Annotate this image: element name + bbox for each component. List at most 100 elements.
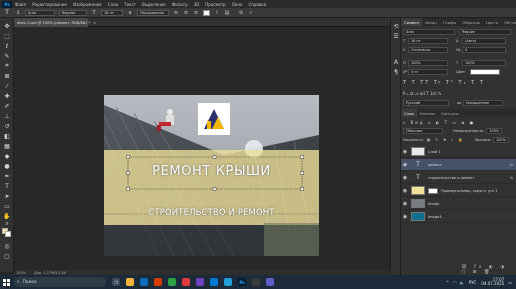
visibility-eye-icon[interactable]: ◉ — [401, 201, 409, 207]
frame-tool-icon[interactable]: ⊠ — [2, 72, 12, 80]
tray-chevron-icon[interactable]: ^ — [446, 280, 449, 285]
opacity-field[interactable]: 100% — [486, 128, 503, 134]
warp-text-icon[interactable]: ⌇ — [214, 10, 220, 16]
dodge-tool-icon[interactable]: ● — [2, 162, 12, 170]
move-tool-icon[interactable]: ✥ — [2, 22, 12, 30]
menu-select[interactable]: Выделение — [142, 2, 166, 7]
document-tab[interactable]: deck-1.psd @ 100% (ремонт, RGB/8#) * × — [14, 18, 96, 27]
taskbar-search-box[interactable]: ⌕ Поиск — [14, 277, 106, 287]
font-family-select[interactable]: Arial — [25, 9, 55, 16]
background-color-swatch[interactable] — [5, 231, 11, 237]
keyboard-language[interactable]: РУС — [469, 280, 477, 285]
menu-image[interactable]: Изображение — [73, 2, 102, 7]
screen-mode-icon[interactable]: ▢ — [2, 252, 12, 260]
menu-filter[interactable]: Фильтр — [172, 2, 188, 7]
tab-paragraph[interactable]: Абзац — [422, 18, 440, 26]
layer-row[interactable]: ◉ T строительство и ремонт fx — [401, 172, 516, 184]
visibility-eye-icon[interactable]: ◉ — [401, 149, 409, 155]
gradient-tool-icon[interactable]: ▦ — [2, 142, 12, 150]
char-antialias[interactable]: Насыщенное — [463, 100, 503, 106]
menu-layers[interactable]: Слои — [108, 2, 118, 7]
lasso-tool-icon[interactable]: ℓ — [2, 42, 12, 50]
char-hscale[interactable]: 100% — [462, 60, 506, 66]
type-tool-icon[interactable]: T — [3, 9, 11, 16]
volume-icon[interactable]: 🔈 — [460, 280, 465, 285]
layer-row[interactable]: ◉ T ремонт fx — [401, 159, 516, 171]
char-kerning[interactable]: Оптически — [408, 47, 448, 53]
fx-icon[interactable]: fx — [510, 176, 513, 180]
layer-row[interactable]: ◉ image3 — [401, 211, 516, 223]
font-style-select[interactable]: Regular — [59, 9, 87, 16]
telegram-icon[interactable] — [224, 278, 232, 286]
antialias-select[interactable]: Насыщенное — [137, 9, 169, 16]
chrome-icon[interactable] — [168, 278, 176, 286]
tab-channels[interactable]: Каналы — [417, 109, 438, 117]
menu-type[interactable]: Текст — [124, 2, 136, 7]
canvas-area[interactable]: РЕМОНТ КРЫШИ СТРОИТЕЛЬСТВО И РЕМОНТ — [14, 27, 390, 270]
opentype-buttons[interactable]: fi ℴ st 𝒜 ad T 1st ½ — [403, 90, 441, 96]
align-left-icon[interactable]: ≡ — [173, 10, 179, 16]
path-select-tool-icon[interactable]: ➤ — [2, 192, 12, 200]
visibility-eye-icon[interactable]: ◉ — [401, 188, 409, 194]
char-tracking[interactable]: 0 — [462, 47, 506, 53]
eyedropper-tool-icon[interactable]: ⁄ — [2, 82, 12, 90]
edge-browser-icon[interactable] — [140, 278, 148, 286]
tab-swatches[interactable]: Образцы — [459, 18, 483, 26]
menu-3d[interactable]: 3D — [194, 2, 200, 7]
crop-tool-icon[interactable]: ⌗ — [2, 62, 12, 70]
tab-character[interactable]: Символ — [401, 18, 422, 26]
tab-paths[interactable]: Контуры — [438, 109, 461, 117]
quick-mask-icon[interactable]: ◎ — [2, 242, 12, 250]
close-tab-icon[interactable]: × — [93, 21, 96, 25]
lock-icons[interactable]: ▦ ✎ ✥ ⌗ 🔒 — [427, 138, 465, 142]
mail-icon[interactable] — [210, 278, 218, 286]
marquee-tool-icon[interactable]: ⬚ — [2, 32, 12, 40]
file-explorer-icon[interactable] — [126, 278, 134, 286]
menu-file[interactable]: Файл — [15, 2, 26, 7]
app-icon[interactable] — [252, 278, 260, 286]
brush-tool-icon[interactable]: ✐ — [2, 102, 12, 110]
align-right-icon[interactable]: ≡ — [193, 10, 199, 16]
layer-row[interactable]: ◉ Слой 1 — [401, 146, 516, 158]
notifications-icon[interactable]: ▭ — [508, 280, 512, 285]
network-icon[interactable]: ◠ — [453, 280, 457, 285]
heading-text-layer[interactable]: РЕМОНТ КРЫШИ — [104, 164, 319, 179]
fx-icon[interactable]: fx — [510, 163, 513, 167]
office-icon[interactable] — [154, 278, 162, 286]
zoom-level[interactable]: 100% — [16, 271, 26, 275]
char-color-swatch[interactable] — [470, 69, 500, 75]
menu-edit[interactable]: Редактирование — [32, 2, 67, 7]
rectangle-tool-icon[interactable]: ▭ — [2, 202, 12, 210]
commit-icon[interactable]: ✓ — [248, 10, 254, 16]
document-canvas[interactable]: РЕМОНТ КРЫШИ СТРОИТЕЛЬСТВО И РЕМОНТ — [104, 95, 319, 256]
type-tool-icon[interactable]: T — [2, 182, 12, 190]
photoshop-taskbar-icon[interactable]: Ps — [238, 278, 246, 286]
pen-tool-icon[interactable]: ✒ — [2, 172, 12, 180]
tab-layers[interactable]: Слои — [401, 109, 417, 117]
tab-glyphs[interactable]: Глифы — [440, 18, 459, 26]
text-orientation-icon[interactable]: ↕ — [15, 10, 21, 16]
clone-stamp-tool-icon[interactable]: ⊥ — [2, 112, 12, 120]
tab-color[interactable]: Цвета — [483, 18, 501, 26]
visibility-eye-icon[interactable]: ◉ — [401, 214, 409, 220]
blend-mode-select[interactable]: Обычные — [403, 128, 443, 134]
char-language[interactable]: Русский — [403, 100, 449, 106]
menu-window[interactable]: Окно — [232, 2, 243, 7]
char-size[interactable]: 18 пт — [408, 38, 448, 44]
zoom-tool-icon[interactable]: ⌕ — [2, 220, 12, 228]
tab-learn[interactable]: Обучение — [501, 18, 516, 26]
layers-footer-buttons[interactable]: ⛓ fx ◐ ◑ ▢ ⊞ 🗑 — [461, 265, 516, 275]
visibility-eye-icon[interactable]: ◉ — [401, 175, 409, 181]
yandex-icon[interactable] — [182, 278, 190, 286]
windows-start-icon[interactable] — [0, 275, 12, 289]
visibility-eye-icon[interactable]: ◉ — [401, 162, 409, 168]
eraser-tool-icon[interactable]: ◧ — [2, 132, 12, 140]
subheading-text-layer[interactable]: СТРОИТЕЛЬСТВО И РЕМОНТ — [104, 207, 319, 217]
blur-tool-icon[interactable]: ◆ — [2, 152, 12, 160]
fill-field[interactable]: 100% — [493, 137, 510, 143]
char-font-family[interactable]: Arial — [403, 29, 455, 35]
layer-row[interactable]: ◉ image — [401, 198, 516, 210]
task-view-icon[interactable]: ❐ — [112, 278, 120, 286]
history-brush-tool-icon[interactable]: ↺ — [2, 122, 12, 130]
char-font-style[interactable]: Regular — [459, 29, 511, 35]
